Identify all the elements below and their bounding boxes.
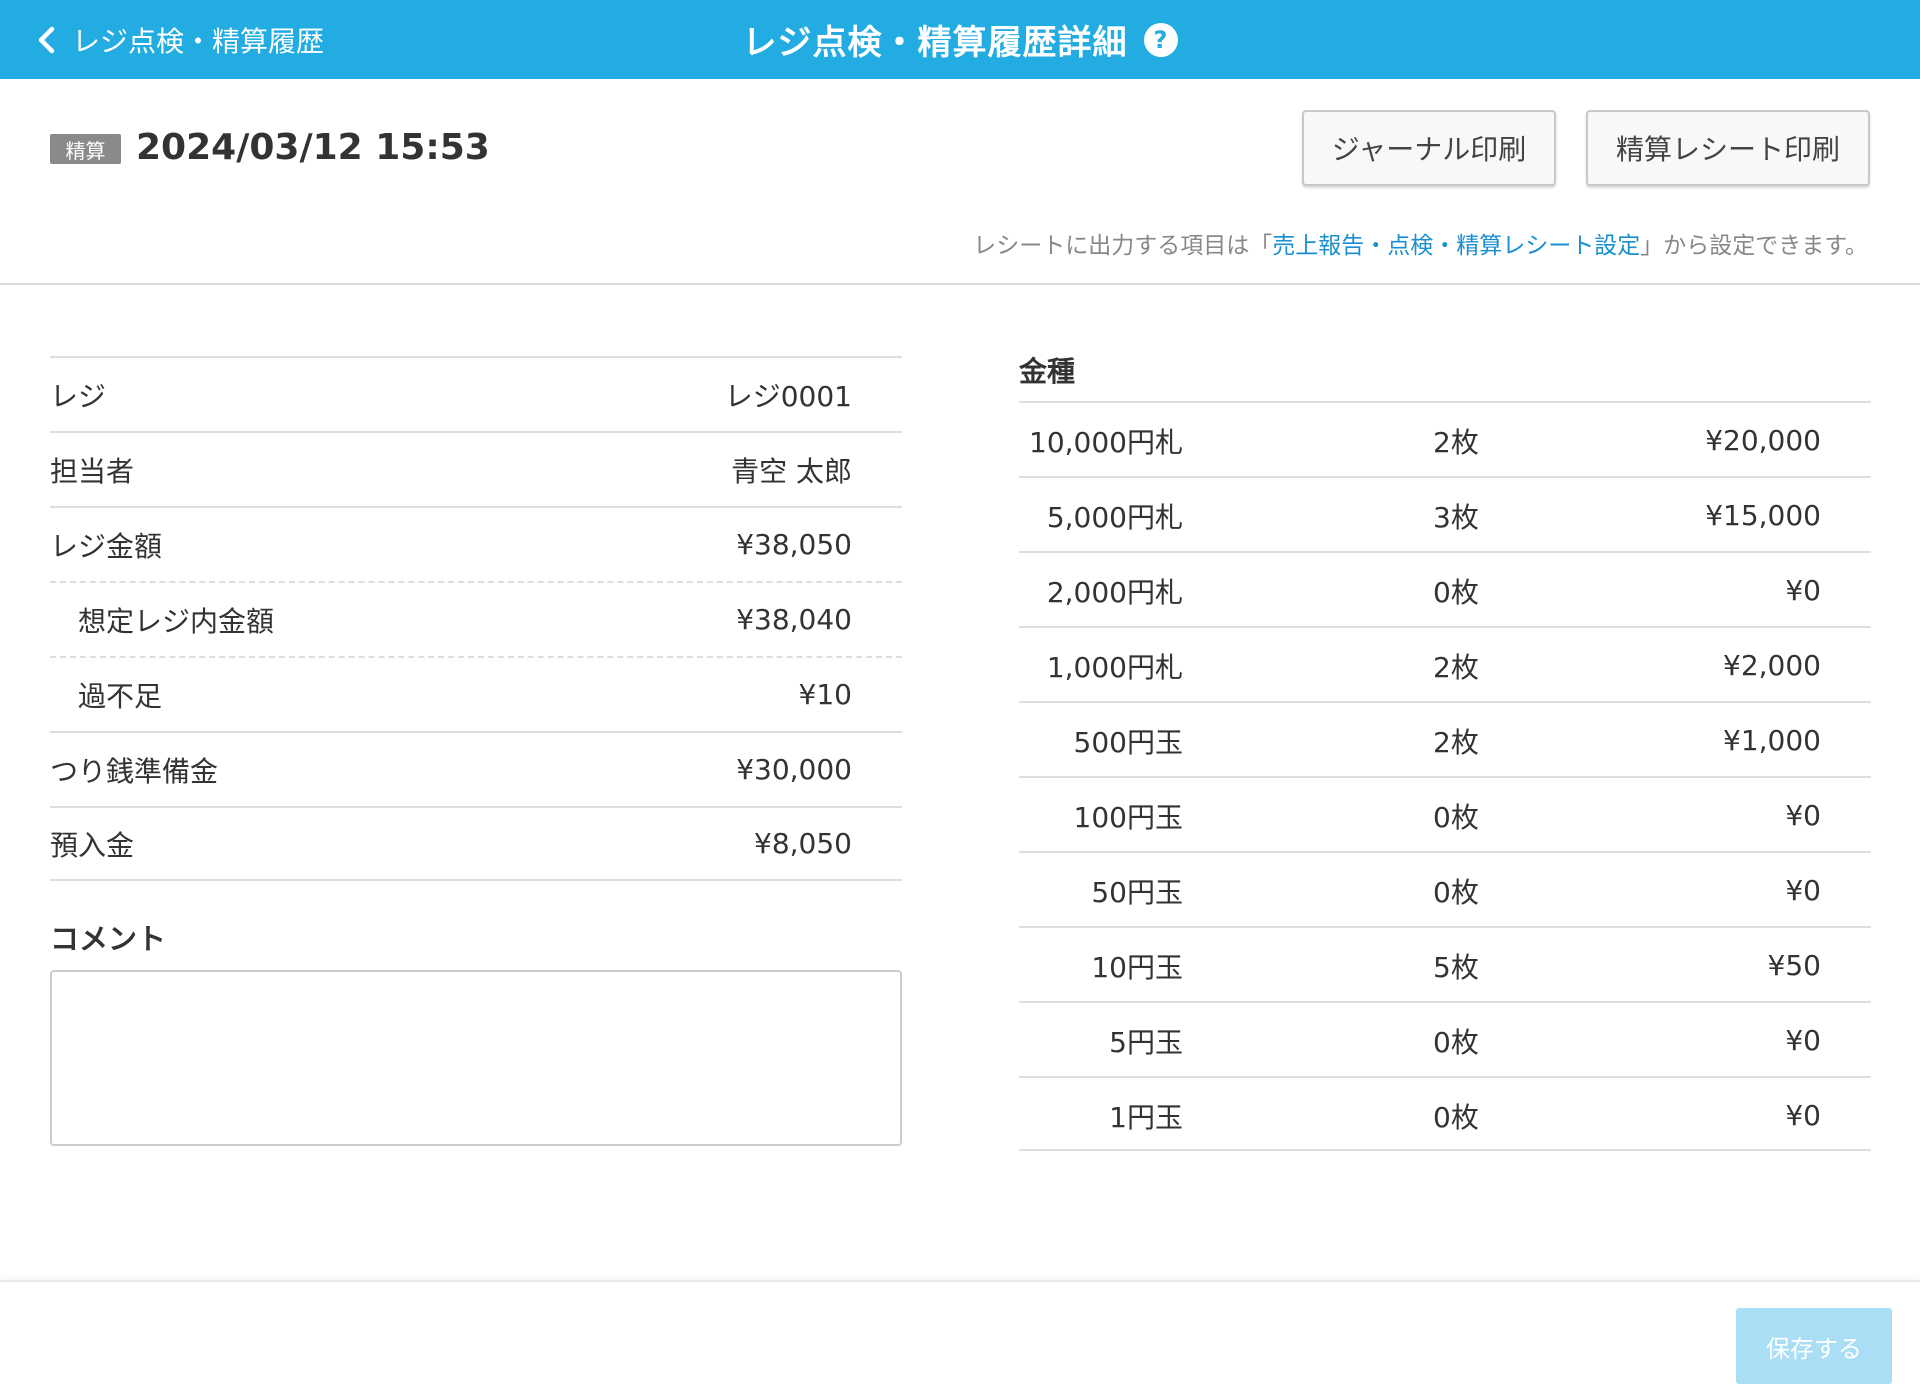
denomination-name: 2,000円札 — [1046, 575, 1183, 609]
footer-bar — [0, 1280, 1920, 1400]
denomination-amount: ¥0 — [1785, 1024, 1821, 1057]
table-row: 10,000円札 2枚 ¥20,000 — [1019, 401, 1871, 476]
page-title: レジ点検・精算履歴詳細 — [742, 23, 1128, 63]
denomination-count: 0枚 — [1433, 575, 1479, 609]
table-row: 5,000円札 3枚 ¥15,000 — [1019, 476, 1871, 551]
note-prefix: レシートに出力する項目は「 — [973, 233, 1273, 259]
comment-input[interactable] — [50, 970, 902, 1146]
table-row: 1,000円札 2枚 ¥2,000 — [1019, 626, 1871, 701]
denomination-name: 1,000円札 — [1046, 650, 1183, 684]
info-label: 過不足 — [78, 679, 163, 713]
table-row: 10円玉 5枚 ¥50 — [1019, 926, 1871, 1001]
info-label: レジ — [50, 379, 107, 413]
denomination-name: 5,000円札 — [1046, 500, 1183, 534]
denomination-name: 10,000円札 — [1029, 425, 1183, 459]
info-value: ¥38,040 — [736, 603, 852, 636]
info-row-deposit: 預入金 ¥8,050 — [50, 806, 902, 881]
info-value: ¥30,000 — [736, 753, 852, 786]
help-icon[interactable]: ? — [1143, 22, 1178, 57]
receipt-print-button[interactable]: 精算レシート印刷 — [1586, 110, 1870, 186]
header-divider — [0, 283, 1920, 285]
info-value: レジ0001 — [724, 379, 852, 413]
receipt-settings-note: レシートに出力する項目は「売上報告・点検・精算レシート設定」から設定できます。 — [973, 226, 1868, 260]
denomination-amount: ¥20,000 — [1705, 424, 1821, 457]
info-row-register-amount: レジ金額 ¥38,050 — [50, 506, 902, 581]
info-label: 預入金 — [50, 828, 135, 862]
top-bar: レジ点検・精算履歴 レジ点検・精算履歴詳細 ? — [0, 0, 1920, 79]
back-button[interactable]: レジ点検・精算履歴 — [36, 0, 324, 79]
register-info-table: レジ レジ0001 担当者 青空 太郎 レジ金額 ¥38,050 想定レジ内金額… — [50, 356, 902, 881]
denomination-amount: ¥1,000 — [1723, 724, 1821, 757]
denomination-count: 0枚 — [1433, 875, 1479, 909]
info-row-change-reserve: つり銭準備金 ¥30,000 — [50, 731, 902, 806]
denomination-amount: ¥0 — [1785, 874, 1821, 907]
info-row-staff: 担当者 青空 太郎 — [50, 431, 902, 506]
denomination-name: 10円玉 — [1091, 950, 1183, 984]
journal-print-button[interactable]: ジャーナル印刷 — [1302, 110, 1556, 186]
table-row: 50円玉 0枚 ¥0 — [1019, 851, 1871, 926]
denomination-title: 金種 — [1019, 355, 1076, 388]
back-label: レジ点検・精算履歴 — [72, 24, 325, 58]
denomination-amount: ¥0 — [1785, 574, 1821, 607]
chevron-left-icon — [38, 26, 55, 53]
table-row: 100円玉 0枚 ¥0 — [1019, 776, 1871, 851]
denomination-name: 1円玉 — [1109, 1100, 1183, 1134]
note-suffix: 」から設定できます。 — [1640, 233, 1868, 259]
denomination-count: 2枚 — [1433, 425, 1479, 459]
info-value: ¥8,050 — [754, 827, 852, 860]
info-label: 担当者 — [50, 454, 135, 488]
info-row-register: レジ レジ0001 — [50, 356, 902, 431]
denomination-count: 2枚 — [1433, 725, 1479, 759]
denomination-amount: ¥15,000 — [1705, 499, 1821, 532]
info-row-discrepancy: 過不足 ¥10 — [50, 656, 902, 731]
info-label: 想定レジ内金額 — [78, 604, 275, 638]
comment-title: コメント — [50, 922, 167, 956]
table-row: 5円玉 0枚 ¥0 — [1019, 1001, 1871, 1076]
denomination-count: 5枚 — [1433, 950, 1479, 984]
denomination-name: 500円玉 — [1073, 725, 1183, 759]
save-button[interactable]: 保存する — [1736, 1308, 1892, 1384]
denomination-amount: ¥0 — [1785, 799, 1821, 832]
denomination-count: 0枚 — [1433, 1025, 1479, 1059]
denomination-amount: ¥2,000 — [1723, 649, 1821, 682]
info-label: レジ金額 — [50, 529, 163, 563]
denomination-table: 10,000円札 2枚 ¥20,000 5,000円札 3枚 ¥15,000 2… — [1019, 401, 1871, 1151]
record-datetime: 2024/03/12 15:53 — [136, 127, 490, 168]
denomination-count: 0枚 — [1433, 800, 1479, 834]
denomination-name: 5円玉 — [1109, 1025, 1183, 1059]
info-value: 青空 太郎 — [731, 454, 852, 488]
info-row-expected-amount: 想定レジ内金額 ¥38,040 — [50, 581, 902, 656]
info-label: つり銭準備金 — [50, 754, 219, 788]
table-row: 2,000円札 0枚 ¥0 — [1019, 551, 1871, 626]
denomination-amount: ¥0 — [1785, 1099, 1821, 1132]
denomination-name: 50円玉 — [1091, 875, 1183, 909]
denomination-name: 100円玉 — [1073, 800, 1183, 834]
denomination-count: 3枚 — [1433, 500, 1479, 534]
record-type-badge: 精算 — [50, 134, 121, 164]
receipt-settings-link[interactable]: 売上報告・点検・精算レシート設定 — [1272, 233, 1640, 259]
info-value: ¥10 — [798, 678, 852, 711]
denomination-amount: ¥50 — [1767, 949, 1821, 982]
info-value: ¥38,050 — [736, 528, 852, 561]
table-row: 500円玉 2枚 ¥1,000 — [1019, 701, 1871, 776]
table-row: 1円玉 0枚 ¥0 — [1019, 1076, 1871, 1151]
denomination-count: 0枚 — [1433, 1100, 1479, 1134]
denomination-count: 2枚 — [1433, 650, 1479, 684]
